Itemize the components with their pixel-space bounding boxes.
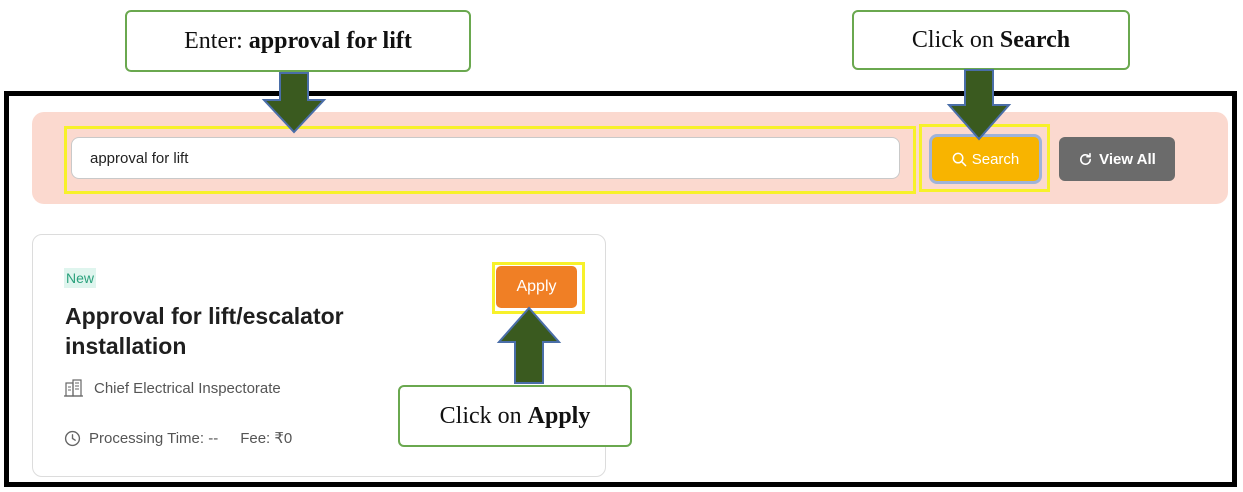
processing-time: Processing Time: -- (89, 429, 219, 447)
callout-click-search: Click on Search (852, 10, 1130, 70)
callout-search-prefix: Click on (911, 26, 994, 53)
callout-enter-prefix: Enter: (184, 27, 243, 54)
search-button[interactable]: Search (929, 134, 1042, 184)
service-title: Approval for lift/escalator installation (65, 303, 344, 359)
apply-button[interactable]: Apply (496, 266, 577, 308)
view-all-button[interactable]: View All (1059, 137, 1175, 181)
callout-enter-text: Enter: approval for lift (125, 10, 471, 72)
callout-apply-prefix: Click on (439, 402, 522, 429)
clock-icon (64, 430, 81, 446)
view-all-label: View All (1099, 150, 1156, 168)
new-badge: New (64, 268, 97, 288)
building-icon (64, 379, 83, 397)
callout-search-bold: Search (999, 26, 1071, 53)
refresh-icon (1080, 152, 1092, 165)
search-input[interactable] (71, 137, 900, 179)
department-name: Chief Electrical Inspectorate (94, 379, 281, 397)
callout-apply-bold: Apply (527, 402, 591, 429)
department-row: Chief Electrical Inspectorate (64, 379, 281, 397)
search-icon (952, 152, 967, 166)
callout-click-apply: Click on Apply (398, 385, 632, 447)
search-button-label: Search (971, 150, 1020, 168)
service-meta-row: Processing Time: -- Fee: ₹0 (64, 429, 292, 447)
callout-enter-bold: approval for lift (248, 27, 412, 54)
service-fee: Fee: ₹0 (240, 430, 293, 447)
